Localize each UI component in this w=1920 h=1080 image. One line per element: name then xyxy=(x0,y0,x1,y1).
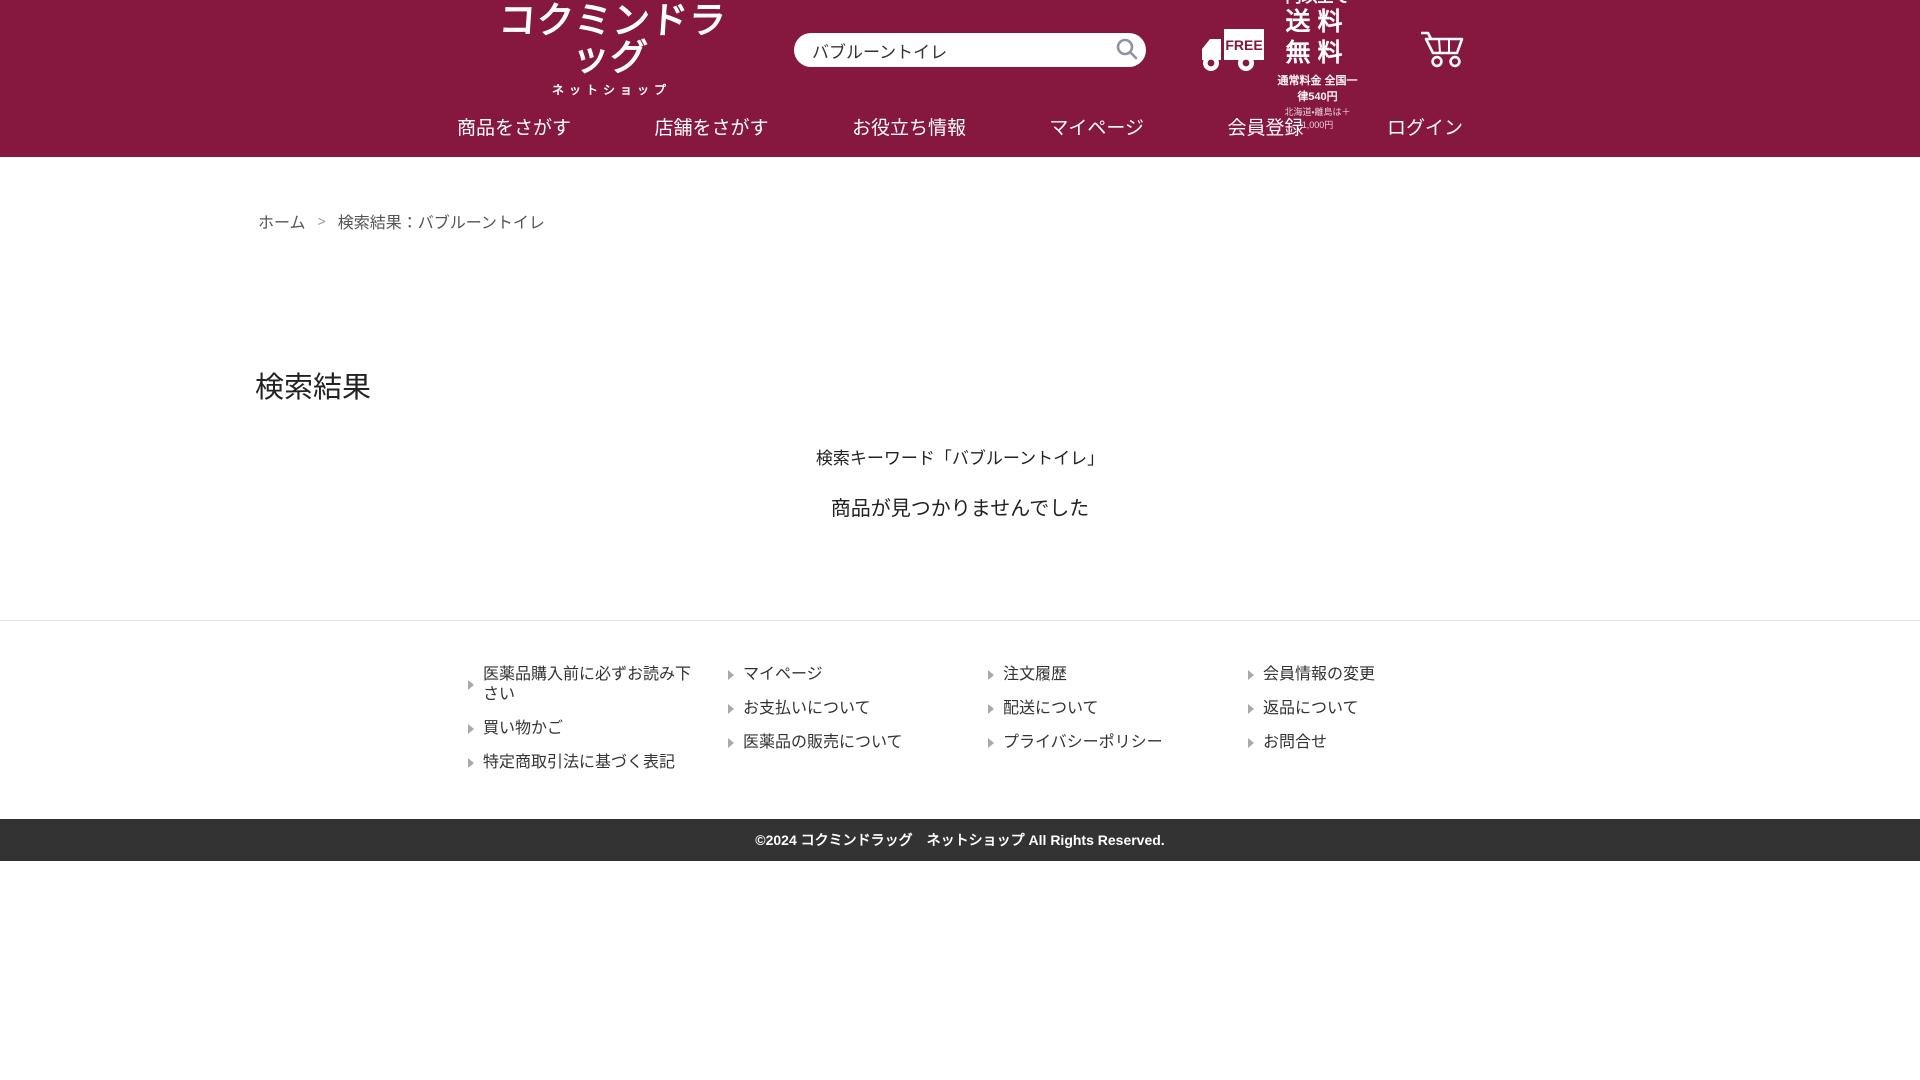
footer-link-shopping-cart[interactable]: 買い物かご xyxy=(440,719,700,739)
search-input[interactable] xyxy=(794,33,1146,67)
shipping-threshold: 税込3,000円以上で xyxy=(1274,0,1361,7)
no-results-message: 商品が見つかりませんでした xyxy=(0,492,1920,521)
arrow-icon xyxy=(728,704,734,714)
nav-item-search-products[interactable]: 商品をさがす xyxy=(455,115,573,142)
search-results-section: 検索結果 検索キーワード「バブルーントイレ」 商品が見つかりませんでした xyxy=(0,371,1920,620)
footer-link-columns: 医薬品購入前に必ずお読み下さい 買い物かご 特定商取引法に基づく表記 マイページ… xyxy=(440,665,1480,773)
breadcrumb-current: 検索結果：バブルーントイレ xyxy=(338,209,545,233)
copyright-text: ©2024 コクミンドラッグ ネットショップ All Rights Reserv… xyxy=(755,832,1164,848)
arrow-icon xyxy=(468,724,474,734)
search-keyword-text: 検索キーワード「バブルーントイレ」 xyxy=(0,444,1920,469)
footer-link-payment[interactable]: お支払いについて xyxy=(700,699,960,719)
shipping-text: 税込3,000円以上で 送料無料 通常料金 全国一律540円 北海道・離島は＋1… xyxy=(1274,0,1361,131)
arrow-icon xyxy=(988,738,994,748)
footer-link-returns[interactable]: 返品について xyxy=(1220,699,1480,719)
page-title: 検索結果 xyxy=(255,371,1920,406)
footer-column-4: 会員情報の変更 返品について お問合せ xyxy=(1220,665,1480,773)
logo-title: コクミンドラッグ xyxy=(492,2,730,76)
footer-link-mypage[interactable]: マイページ xyxy=(700,665,960,685)
site-logo[interactable]: コクミンドラッグ ネットショップ xyxy=(495,2,728,98)
header-top: コクミンドラッグ ネットショップ FREE xyxy=(455,0,1465,100)
nav-item-mypage[interactable]: マイページ xyxy=(1047,115,1146,142)
cart-icon xyxy=(1419,29,1465,69)
footer-link-order-history[interactable]: 注文履歴 xyxy=(960,665,1220,685)
arrow-icon xyxy=(988,704,994,714)
footer-link-contact[interactable]: お問合せ xyxy=(1220,733,1480,753)
search-bar xyxy=(794,33,1146,67)
footer-link-drug-sales[interactable]: 医薬品の販売について xyxy=(700,733,960,753)
truck-free-badge: FREE xyxy=(1225,37,1262,53)
arrow-icon xyxy=(988,670,994,680)
breadcrumb-separator: > xyxy=(318,213,326,229)
arrow-icon xyxy=(1248,738,1254,748)
nav-item-find-stores[interactable]: 店舗をさがす xyxy=(652,115,770,142)
arrow-icon xyxy=(728,738,734,748)
nav-item-useful-info[interactable]: お役立ち情報 xyxy=(850,115,968,142)
arrow-icon xyxy=(468,758,474,768)
nav-item-login[interactable]: ログイン xyxy=(1385,115,1465,142)
shipping-normal-fee: 通常料金 全国一律540円 xyxy=(1274,72,1361,104)
search-icon xyxy=(1114,36,1140,62)
arrow-icon xyxy=(468,680,474,690)
copyright-bar: ©2024 コクミンドラッグ ネットショップ All Rights Reserv… xyxy=(0,819,1920,861)
cart-button[interactable] xyxy=(1419,29,1465,72)
arrow-icon xyxy=(1248,704,1254,714)
shipping-remote-fee: 北海道・離島は＋1,000円 xyxy=(1274,105,1361,131)
shipping-free-label: 送料無料 xyxy=(1274,7,1361,70)
footer-link-member-info[interactable]: 会員情報の変更 xyxy=(1220,665,1480,685)
footer-link-commercial-law[interactable]: 特定商取引法に基づく表記 xyxy=(440,753,700,773)
free-shipping-banner: FREE 税込3,000円以上で 送料無料 通常料金 全国一律540円 北海道・… xyxy=(1200,0,1361,131)
footer-column-3: 注文履歴 配送について プライバシーポリシー xyxy=(960,665,1220,773)
arrow-icon xyxy=(1248,670,1254,680)
footer-column-1: 医薬品購入前に必ずお読み下さい 買い物かご 特定商取引法に基づく表記 xyxy=(440,665,700,773)
footer-link-privacy-policy[interactable]: プライバシーポリシー xyxy=(960,733,1220,753)
footer-column-2: マイページ お支払いについて 医薬品の販売について xyxy=(700,665,960,773)
breadcrumb-home-link[interactable]: ホーム xyxy=(258,209,306,233)
footer-link-delivery[interactable]: 配送について xyxy=(960,699,1220,719)
site-footer: 医薬品購入前に必ずお読み下さい 買い物かご 特定商取引法に基づく表記 マイページ… xyxy=(0,620,1920,819)
footer-link-read-before-purchase[interactable]: 医薬品購入前に必ずお読み下さい xyxy=(440,665,700,705)
truck-icon: FREE xyxy=(1200,27,1264,73)
logo-subtitle: ネットショップ xyxy=(495,81,728,98)
search-button[interactable] xyxy=(1113,36,1141,64)
breadcrumb: ホーム > 検索結果：バブルーントイレ xyxy=(0,157,1920,233)
site-header: コクミンドラッグ ネットショップ FREE xyxy=(0,0,1920,157)
arrow-icon xyxy=(728,670,734,680)
